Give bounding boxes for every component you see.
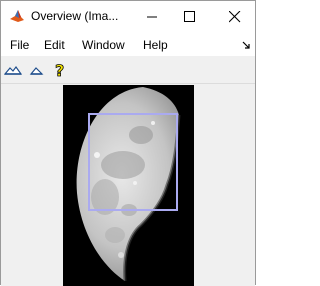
image-axes — [63, 85, 194, 286]
contrast-small-icon — [29, 67, 44, 75]
contrast-small-button[interactable] — [28, 61, 46, 79]
minimize-icon — [147, 16, 157, 18]
help-icon: ? — [55, 61, 65, 81]
menu-bar: File Edit Window Help — [1, 32, 255, 56]
contrast-button[interactable] — [3, 61, 23, 79]
minimize-button[interactable] — [135, 1, 169, 32]
matlab-icon — [9, 8, 25, 24]
help-button[interactable]: ? — [51, 61, 69, 81]
maximize-button[interactable] — [172, 1, 206, 32]
toolbar: ? — [1, 56, 255, 84]
menu-help[interactable]: Help — [143, 38, 168, 52]
maximize-icon — [184, 11, 195, 22]
close-icon — [229, 11, 241, 23]
contrast-icon — [3, 65, 23, 75]
roi-rectangle[interactable] — [88, 113, 178, 211]
close-button[interactable] — [217, 1, 251, 32]
undock-arrow-icon[interactable] — [242, 41, 251, 50]
window-title: Overview (Ima... — [31, 9, 119, 23]
menu-edit[interactable]: Edit — [44, 38, 65, 52]
overview-window: Overview (Ima... File Edit Window Help ? — [0, 0, 256, 286]
image-canvas — [1, 84, 255, 286]
menu-window[interactable]: Window — [82, 38, 125, 52]
menu-file[interactable]: File — [10, 38, 29, 52]
title-bar[interactable]: Overview (Ima... — [1, 1, 255, 32]
svg-text:?: ? — [55, 61, 64, 79]
